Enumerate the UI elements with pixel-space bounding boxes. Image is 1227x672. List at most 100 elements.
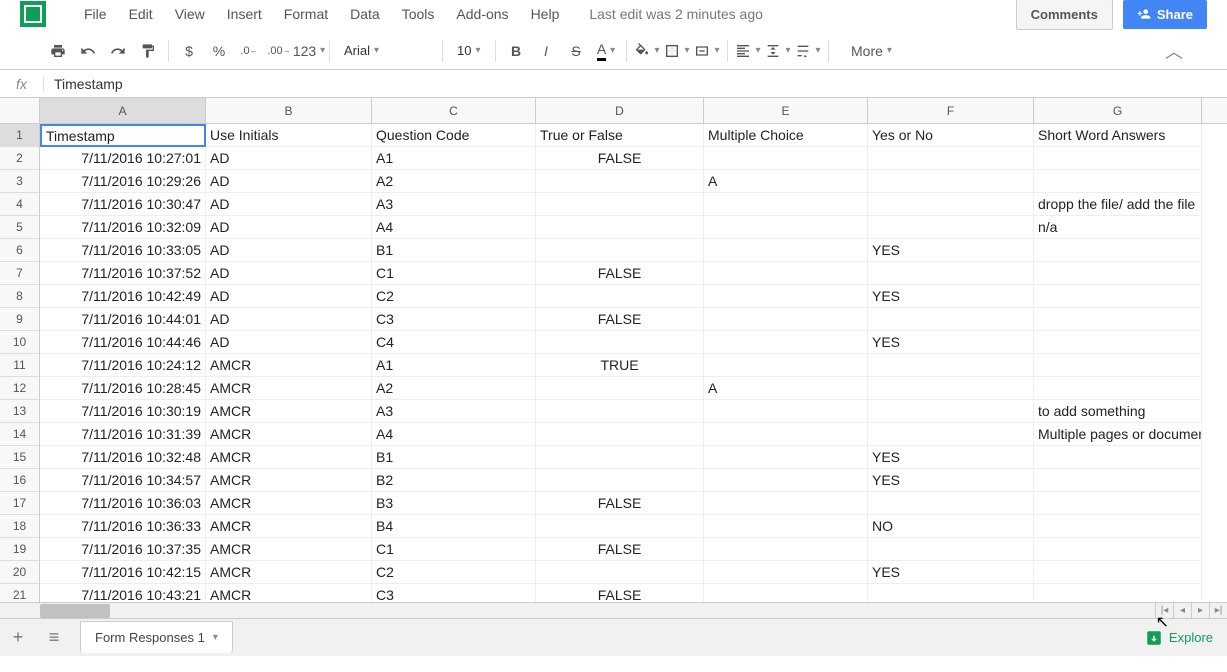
cell[interactable]: B2 bbox=[372, 469, 536, 492]
cell[interactable]: YES bbox=[868, 239, 1034, 262]
number-format-button[interactable]: 123 bbox=[295, 37, 323, 65]
cell[interactable] bbox=[868, 308, 1034, 331]
cell[interactable]: AD bbox=[206, 239, 372, 262]
cell[interactable]: 7/11/2016 10:32:48 bbox=[40, 446, 206, 469]
row-header[interactable]: 13 bbox=[0, 400, 39, 423]
cell[interactable]: 7/11/2016 10:33:05 bbox=[40, 239, 206, 262]
cell[interactable]: B1 bbox=[372, 446, 536, 469]
cell[interactable] bbox=[1034, 584, 1202, 602]
cell[interactable] bbox=[704, 538, 868, 561]
cell[interactable]: A4 bbox=[372, 423, 536, 446]
horizontal-scrollbar[interactable]: |◂ ◂ ▸ ▸| bbox=[0, 602, 1227, 618]
row-header[interactable]: 19 bbox=[0, 538, 39, 561]
row-header[interactable]: 9 bbox=[0, 308, 39, 331]
cell[interactable] bbox=[704, 400, 868, 423]
cell[interactable]: A bbox=[704, 170, 868, 193]
cell[interactable]: FALSE bbox=[536, 492, 704, 515]
menu-view[interactable]: View bbox=[165, 2, 215, 26]
paint-format-icon[interactable] bbox=[134, 37, 162, 65]
cell[interactable] bbox=[868, 423, 1034, 446]
italic-button[interactable]: I bbox=[532, 37, 560, 65]
formula-input[interactable]: Timestamp bbox=[44, 76, 1227, 92]
cell[interactable] bbox=[1034, 170, 1202, 193]
cell[interactable]: AMCR bbox=[206, 538, 372, 561]
cell[interactable]: AD bbox=[206, 285, 372, 308]
row-header[interactable]: 6 bbox=[0, 239, 39, 262]
cell[interactable]: NO bbox=[868, 515, 1034, 538]
cell[interactable]: YES bbox=[868, 285, 1034, 308]
cell[interactable] bbox=[536, 193, 704, 216]
scrollbar-thumb[interactable] bbox=[40, 604, 110, 618]
cell[interactable]: C1 bbox=[372, 538, 536, 561]
cell[interactable]: B1 bbox=[372, 239, 536, 262]
cell[interactable]: AMCR bbox=[206, 400, 372, 423]
cell[interactable]: C3 bbox=[372, 308, 536, 331]
cell[interactable] bbox=[704, 308, 868, 331]
sheet-tab[interactable]: Form Responses 1 bbox=[80, 621, 233, 653]
cell[interactable]: AMCR bbox=[206, 354, 372, 377]
comments-button[interactable]: Comments bbox=[1016, 0, 1113, 30]
cell[interactable] bbox=[536, 446, 704, 469]
cell[interactable] bbox=[1034, 239, 1202, 262]
cell[interactable] bbox=[536, 285, 704, 308]
menu-data[interactable]: Data bbox=[340, 2, 390, 26]
row-header[interactable]: 16 bbox=[0, 469, 39, 492]
cell[interactable]: Multiple Choice bbox=[704, 124, 868, 147]
cell[interactable] bbox=[868, 538, 1034, 561]
cell[interactable]: dropp the file/ add the file bbox=[1034, 193, 1202, 216]
row-header[interactable]: 10 bbox=[0, 331, 39, 354]
currency-button[interactable]: $ bbox=[175, 37, 203, 65]
row-header[interactable]: 1 bbox=[0, 124, 39, 147]
cell[interactable]: 7/11/2016 10:36:03 bbox=[40, 492, 206, 515]
cell[interactable]: 7/11/2016 10:43:21 bbox=[40, 584, 206, 602]
cell[interactable]: C2 bbox=[372, 561, 536, 584]
cell[interactable] bbox=[536, 377, 704, 400]
menu-add-ons[interactable]: Add-ons bbox=[446, 2, 518, 26]
row-header[interactable]: 7 bbox=[0, 262, 39, 285]
cell[interactable]: YES bbox=[868, 446, 1034, 469]
cell[interactable]: 7/11/2016 10:37:52 bbox=[40, 262, 206, 285]
cell[interactable]: FALSE bbox=[536, 262, 704, 285]
row-header[interactable]: 18 bbox=[0, 515, 39, 538]
cell[interactable]: FALSE bbox=[536, 584, 704, 602]
cell[interactable]: AMCR bbox=[206, 492, 372, 515]
cell[interactable]: C4 bbox=[372, 331, 536, 354]
cell[interactable] bbox=[704, 354, 868, 377]
cell[interactable]: 7/11/2016 10:31:39 bbox=[40, 423, 206, 446]
cell[interactable] bbox=[1034, 377, 1202, 400]
menu-edit[interactable]: Edit bbox=[119, 2, 163, 26]
cell[interactable]: Timestamp bbox=[40, 124, 206, 147]
cell[interactable] bbox=[1034, 147, 1202, 170]
cell[interactable] bbox=[1034, 262, 1202, 285]
cell[interactable] bbox=[704, 262, 868, 285]
row-header[interactable]: 8 bbox=[0, 285, 39, 308]
cell[interactable]: 7/11/2016 10:30:19 bbox=[40, 400, 206, 423]
cell[interactable]: A2 bbox=[372, 170, 536, 193]
cell[interactable]: AMCR bbox=[206, 561, 372, 584]
cell[interactable]: AMCR bbox=[206, 515, 372, 538]
collapse-toolbar-icon[interactable]: ︿ bbox=[1165, 38, 1183, 64]
redo-icon[interactable] bbox=[104, 37, 132, 65]
cell[interactable]: True or False bbox=[536, 124, 704, 147]
cell[interactable]: 7/11/2016 10:30:47 bbox=[40, 193, 206, 216]
row-header[interactable]: 5 bbox=[0, 216, 39, 239]
cell[interactable] bbox=[704, 515, 868, 538]
select-all-corner[interactable] bbox=[0, 98, 40, 124]
cell[interactable] bbox=[1034, 308, 1202, 331]
cell[interactable]: AD bbox=[206, 308, 372, 331]
cell[interactable]: A3 bbox=[372, 400, 536, 423]
cell[interactable]: AMCR bbox=[206, 469, 372, 492]
cell[interactable] bbox=[536, 400, 704, 423]
column-header[interactable]: F bbox=[868, 98, 1034, 123]
cell[interactable] bbox=[704, 216, 868, 239]
column-header[interactable]: E bbox=[704, 98, 868, 123]
row-header[interactable]: 2 bbox=[0, 147, 39, 170]
row-header[interactable]: 12 bbox=[0, 377, 39, 400]
column-header[interactable]: G bbox=[1034, 98, 1202, 123]
cell[interactable]: AD bbox=[206, 147, 372, 170]
print-icon[interactable] bbox=[44, 37, 72, 65]
cell[interactable]: C2 bbox=[372, 285, 536, 308]
cell[interactable]: FALSE bbox=[536, 308, 704, 331]
cell[interactable]: 7/11/2016 10:32:09 bbox=[40, 216, 206, 239]
cell[interactable]: 7/11/2016 10:37:35 bbox=[40, 538, 206, 561]
